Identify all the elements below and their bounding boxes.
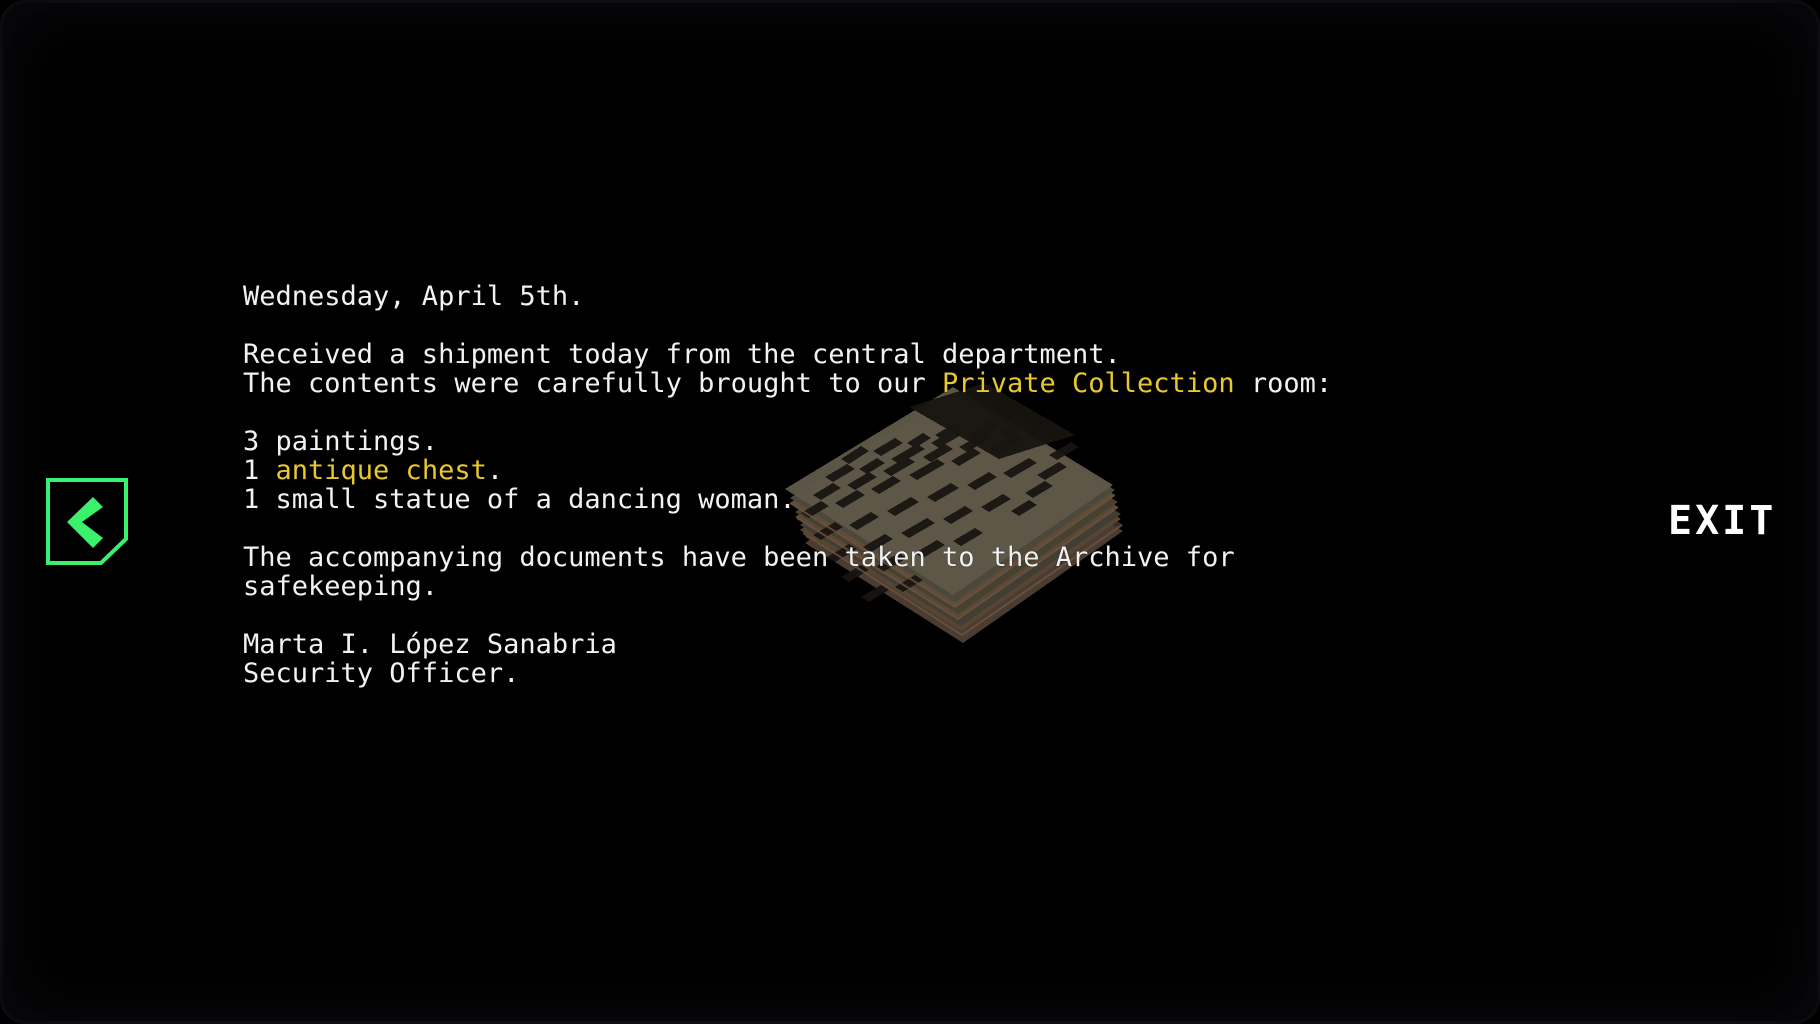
note-line: 1 small statue of a dancing woman. [243, 485, 1623, 514]
note-highlight-term[interactable]: Private Collection [942, 368, 1235, 399]
note-line: safekeeping. [243, 572, 1623, 601]
note-blank-line [243, 398, 1623, 427]
note-text-run: 3 paintings. [243, 426, 439, 457]
note-line: The accompanying documents have been tak… [243, 543, 1623, 572]
note-line: Marta I. López Sanabria [243, 630, 1623, 659]
note-line: Security Officer. [243, 659, 1623, 688]
note-highlight-term[interactable]: antique chest [276, 455, 487, 486]
note-text-run: room: [1234, 368, 1333, 399]
note-text-run: safekeeping. [243, 571, 439, 602]
note-text-run: . [486, 455, 504, 486]
note-line: 1 antique chest. [243, 456, 1623, 485]
note-text-run: 1 [243, 455, 276, 486]
note-blank-line [243, 601, 1623, 630]
note-line: 3 paintings. [243, 427, 1623, 456]
note-text-run: Security Officer. [243, 658, 520, 689]
exit-button[interactable]: EXIT [1668, 499, 1776, 543]
note-line: The contents were carefully brought to o… [243, 369, 1623, 398]
game-screen: Wednesday, April 5th. Received a shipment… [0, 0, 1820, 1024]
note-line: Received a shipment today from the centr… [243, 340, 1623, 369]
note-text-run: Received a shipment today from the centr… [243, 339, 1121, 370]
note-blank-line [243, 311, 1623, 340]
journal-note-text: Wednesday, April 5th. Received a shipment… [243, 282, 1623, 688]
note-blank-line [243, 514, 1623, 543]
note-line: Wednesday, April 5th. [243, 282, 1623, 311]
chevron-left-icon [46, 478, 128, 565]
note-text-run: Marta I. López Sanabria [243, 629, 617, 660]
note-text-run: The contents were carefully brought to o… [243, 368, 942, 399]
note-text-run: 1 small statue of a dancing woman. [243, 484, 796, 515]
note-text-run: Wednesday, April 5th. [243, 281, 585, 312]
back-button[interactable] [45, 477, 129, 566]
note-text-run: The accompanying documents have been tak… [243, 542, 1235, 573]
